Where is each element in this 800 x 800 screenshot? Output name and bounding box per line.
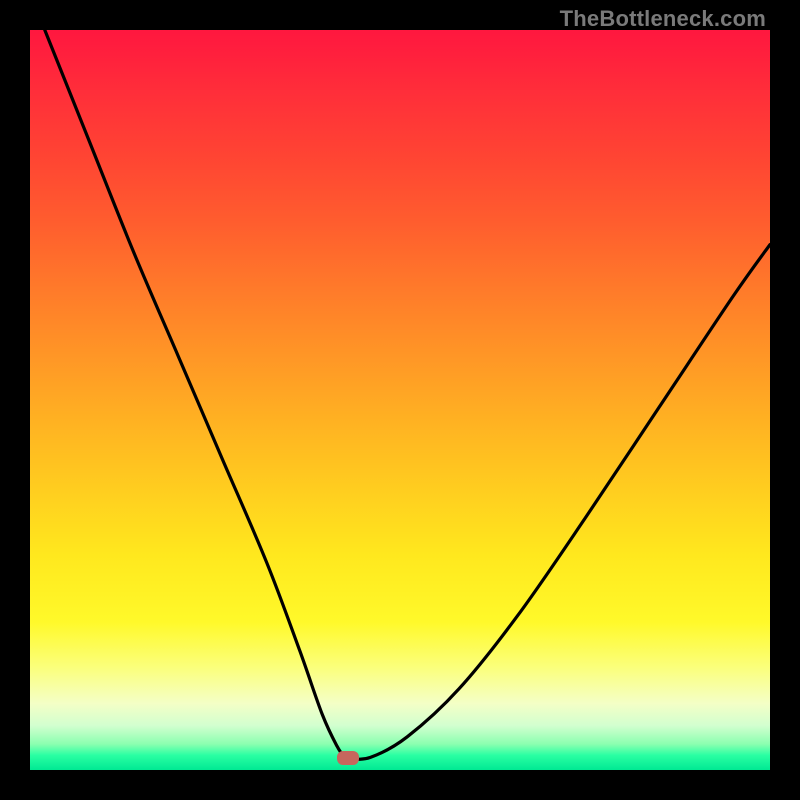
optimal-point-marker — [337, 751, 359, 765]
bottleneck-curve — [30, 30, 770, 770]
curve-path — [45, 30, 770, 759]
watermark-text: TheBottleneck.com — [560, 6, 766, 32]
plot-area — [30, 30, 770, 770]
chart-frame: TheBottleneck.com — [0, 0, 800, 800]
